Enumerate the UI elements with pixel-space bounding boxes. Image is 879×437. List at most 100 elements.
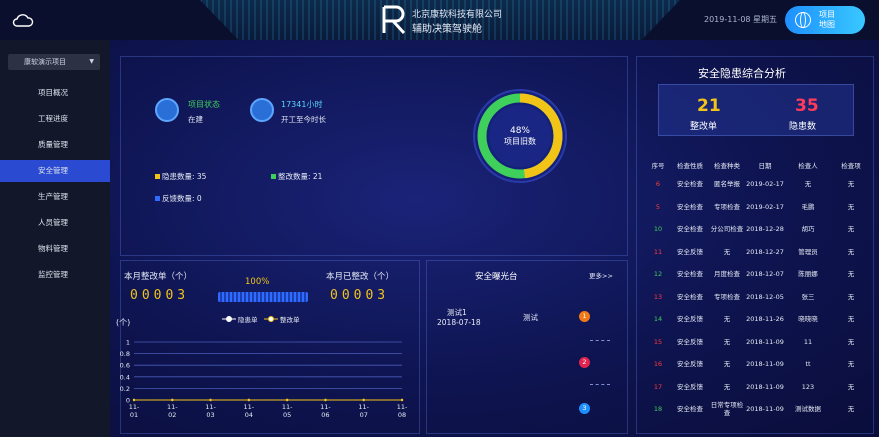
table-row[interactable]: 13 安全检查 专项检查 2018-12-05 张三 无 — [645, 286, 871, 309]
table-cell: 安全检查 — [677, 292, 703, 301]
table-cell: 无 — [723, 337, 731, 346]
x-tick-label: 11-07 — [358, 403, 369, 419]
table-cell: 张三 — [801, 292, 815, 301]
y-tick-label: 0.6 — [120, 362, 130, 370]
table-row[interactable]: 10 安全检查 分公司检查 2018-12-28 胡巧 无 — [645, 218, 871, 241]
sidebar-item-progress[interactable]: 工程进度 — [0, 108, 110, 130]
table-row[interactable]: 18 安全检查 日常专项检查 2018-11-09 测试数据 无 — [645, 398, 871, 421]
table-cell: 安全反馈 — [677, 382, 703, 391]
table-row[interactable]: 5 安全检查 专项检查 2019-02-17 毛鹏 无 — [645, 196, 871, 219]
table-row[interactable]: 12 安全检查 月度检查 2018-12-07 陈丽娜 无 — [645, 263, 871, 286]
table-row[interactable]: 11 安全反馈 无 2018-12-27 管理员 无 — [645, 241, 871, 264]
feedback-count-label: 反馈数量: 0 — [162, 194, 202, 203]
table-cell: 无 — [723, 382, 731, 391]
x-tick-label: 11-04 — [244, 403, 255, 419]
chart-icon — [155, 98, 179, 122]
x-tick-label: 11-02 — [167, 403, 178, 419]
sidebar-item-safety[interactable]: 安全管理 — [0, 160, 110, 182]
table-cell: 2018-11-09 — [746, 337, 784, 346]
rectify-count: 21 — [697, 96, 721, 116]
table-cell: 毛鹏 — [801, 202, 815, 211]
data-point — [171, 398, 174, 402]
y-tick-label: 1 — [126, 339, 130, 347]
table-cell: 14 — [653, 315, 663, 324]
table-cell: 2019-02-17 — [746, 180, 784, 189]
table-cell: 2018-12-07 — [746, 270, 784, 279]
app-title: 辅助决策驾驶舱 — [412, 24, 482, 35]
sidebar: 康软演示项目 ▼ 项目概况 工程进度 质量管理 安全管理 生产管理 人员管理 物… — [0, 40, 110, 437]
rectify-count-label: 整改单 — [690, 122, 718, 132]
table-cell: 2018-11-09 — [746, 360, 784, 369]
line-chart: 隐患单 整改单10.80.60.40.2011-0111-0211-0311-04… — [120, 315, 408, 419]
company-name: 北京康软科技有限公司 — [412, 10, 503, 20]
monthly-rectify-value: 00003 — [130, 288, 190, 303]
table-cell: 2018-11-26 — [746, 315, 784, 324]
hours-title: 17341小时 — [281, 100, 323, 109]
table-cell: 12 — [653, 270, 663, 279]
more-link[interactable]: 更多>> — [589, 270, 613, 280]
table-cell: 无 — [847, 180, 855, 189]
table-cell: 安全反馈 — [677, 247, 703, 256]
table-cell: 无 — [723, 247, 731, 256]
table-cell: 10 — [653, 225, 663, 234]
table-cell: 无 — [847, 225, 855, 234]
monthly-done-value: 00003 — [330, 288, 390, 303]
table-row[interactable]: 17 安全反馈 无 2018-11-09 123 无 — [645, 376, 871, 399]
table-cell: 5 — [655, 202, 661, 211]
status-title: 项目状态 — [188, 100, 220, 109]
exposure-item-name[interactable]: 测试1 — [447, 307, 467, 318]
sidebar-item-production[interactable]: 生产管理 — [0, 186, 110, 208]
donut-label: 项目旧数 — [504, 136, 536, 146]
table-row[interactable]: 14 安全反馈 无 2018-11-26 晓晓晓 无 — [645, 308, 871, 331]
x-tick-label: 11-08 — [397, 403, 408, 419]
exposure-badge-2: 2 — [579, 357, 590, 368]
table-row[interactable]: 6 安全检查 匿名举报 2019-02-17 无 无 — [645, 173, 871, 196]
analysis-title: 安全隐患综合分析 — [698, 67, 786, 80]
table-cell: 安全检查 — [677, 202, 703, 211]
sidebar-item-materials[interactable]: 物料管理 — [0, 238, 110, 260]
globe-icon — [795, 12, 811, 28]
table-cell: tt — [805, 360, 811, 369]
x-tick-label: 11-03 — [205, 403, 216, 419]
x-tick-label: 11-05 — [282, 403, 293, 419]
table-row[interactable]: 15 安全反馈 无 2018-11-09 11 无 — [645, 331, 871, 354]
table-cell: 无 — [804, 180, 812, 189]
table-cell: 无 — [723, 315, 731, 324]
analysis-summary — [658, 84, 854, 136]
hazard-count: 35 — [795, 96, 819, 116]
sidebar-item-overview[interactable]: 项目概况 — [0, 82, 110, 104]
sidebar-item-monitoring[interactable]: 监控管理 — [0, 264, 110, 286]
exposure-panel — [426, 260, 628, 434]
table-header: 序号 检查性质 检查种类 日期 检查人 检查项 — [651, 162, 861, 170]
exposure-title: 安全曝光台 — [475, 272, 518, 282]
table-cell: 18 — [653, 405, 663, 414]
exposure-badge-3: 3 — [579, 403, 590, 414]
table-cell: 2018-11-09 — [746, 405, 784, 414]
hazard-legend-swatch — [155, 174, 160, 179]
table-row[interactable]: 16 安全反馈 无 2018-11-09 tt 无 — [645, 353, 871, 376]
table-cell: 11 — [653, 247, 663, 256]
table-cell: 123 — [801, 382, 815, 391]
table-cell: 无 — [847, 202, 855, 211]
table-cell: 2018-12-28 — [746, 225, 784, 234]
project-select[interactable]: 康软演示项目 ▼ — [8, 54, 100, 70]
feedback-legend-swatch — [155, 196, 160, 201]
data-point — [285, 398, 289, 402]
rectify-legend-swatch — [271, 174, 276, 179]
monthly-progress-text: 100% — [245, 277, 270, 287]
table-cell: 专项检查 — [714, 292, 740, 301]
cloud-icon[interactable] — [12, 11, 34, 29]
sidebar-item-personnel[interactable]: 人员管理 — [0, 212, 110, 234]
monthly-progress-bar — [218, 292, 308, 302]
table-cell: 无 — [847, 270, 855, 279]
sidebar-item-quality[interactable]: 质量管理 — [0, 134, 110, 156]
legend-label: 隐患单 — [238, 315, 258, 324]
exposure-item-text: 测试 — [523, 313, 538, 322]
table-cell: 2019-02-17 — [746, 202, 784, 211]
project-map-button[interactable]: 项目 地图 — [785, 6, 865, 34]
table-cell: 测试数据 — [795, 405, 821, 414]
table-cell: 安全检查 — [677, 180, 703, 189]
legend-marker — [268, 316, 274, 322]
table-cell: 日常专项检查 — [710, 401, 744, 418]
table-cell: 13 — [653, 292, 663, 301]
